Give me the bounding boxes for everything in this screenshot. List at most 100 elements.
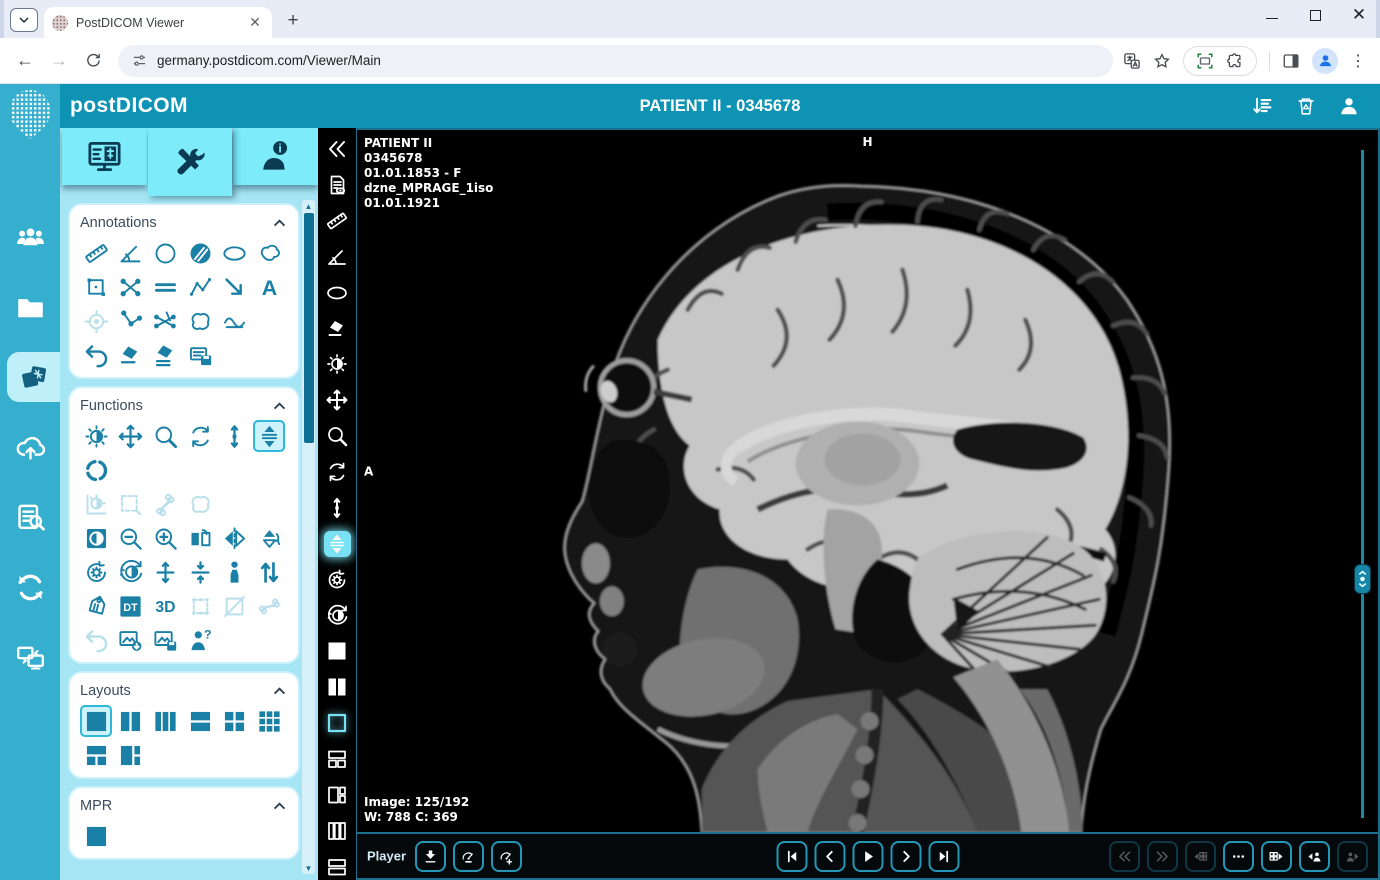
bookmark-star-icon[interactable] — [1153, 52, 1171, 70]
sort-series-icon[interactable] — [1250, 93, 1276, 119]
viewer-tab-icon[interactable] — [62, 128, 147, 185]
translate-icon[interactable] — [1123, 52, 1141, 70]
threed-icon[interactable]: 3D — [149, 590, 181, 622]
patient-standing-icon[interactable] — [219, 556, 251, 588]
ruler-icon[interactable] — [324, 208, 351, 234]
flip-vertical-icon[interactable] — [219, 522, 251, 554]
scrollbar-thumb[interactable] — [304, 213, 314, 443]
layout-1x3-o-icon[interactable] — [324, 818, 351, 844]
stack-scroll-icon[interactable] — [324, 531, 351, 557]
eraser-all-icon[interactable] — [149, 339, 181, 371]
collapse-chevron-icon[interactable] — [271, 798, 288, 815]
previous-patient-icon[interactable] — [1299, 841, 1330, 872]
tools-tab-icon[interactable] — [148, 128, 233, 196]
layout-1x2-icon[interactable] — [115, 705, 147, 737]
order-search-icon[interactable] — [0, 492, 60, 542]
minimize-icon[interactable] — [1266, 11, 1278, 19]
pan-icon[interactable] — [115, 420, 147, 452]
eraser-icon[interactable] — [324, 315, 351, 341]
trash-icon[interactable] — [1293, 93, 1319, 119]
layout-1x1-icon[interactable] — [80, 820, 112, 852]
magnify-icon[interactable] — [324, 423, 351, 449]
layouts-header[interactable]: Layouts — [80, 679, 288, 703]
window-level-icon[interactable] — [80, 420, 112, 452]
zoom-out-icon[interactable] — [115, 522, 147, 554]
layout-1x3-icon[interactable] — [149, 705, 181, 737]
layout-1left-2right-icon[interactable] — [115, 739, 147, 771]
url-bar[interactable]: germany.postdicom.com/Viewer/Main — [118, 45, 1113, 77]
image-scroll-slider[interactable] — [1361, 150, 1364, 818]
layout-3x3-icon[interactable] — [253, 705, 285, 737]
collapse-chevron-icon[interactable] — [271, 398, 288, 415]
speed-down-icon[interactable] — [453, 841, 484, 872]
export-video-icon[interactable] — [415, 841, 446, 872]
save-image-icon[interactable] — [149, 624, 181, 656]
next-series-icon[interactable] — [1261, 841, 1292, 872]
browser-menu-icon[interactable]: ⋮ — [1350, 51, 1366, 71]
annotations-header[interactable]: Annotations — [80, 211, 288, 235]
stack-scroll-icon[interactable] — [253, 420, 285, 452]
scroll-icon[interactable] — [324, 495, 351, 521]
image-viewport[interactable]: PATIENT II 0345678 01.01.1853 - F dzne_M… — [357, 130, 1378, 832]
user-icon[interactable] — [1336, 93, 1362, 119]
layout-rows-o-icon[interactable] — [324, 854, 351, 880]
cloud-upload-icon[interactable] — [0, 422, 60, 472]
profile-avatar[interactable] — [1312, 48, 1338, 74]
sync-icon[interactable] — [0, 562, 60, 612]
side-panel-icon[interactable] — [1282, 52, 1300, 70]
reload-button[interactable] — [78, 46, 108, 76]
slider-thumb[interactable] — [1354, 564, 1371, 594]
layout-2x2-icon[interactable] — [219, 705, 251, 737]
layout-1top-2bottom-o-icon[interactable] — [324, 746, 351, 772]
shaded-ellipse-icon[interactable] — [184, 237, 216, 269]
scroll-up-icon[interactable]: ▲ — [302, 200, 315, 212]
folders-icon[interactable] — [0, 282, 60, 332]
tab-search-button[interactable] — [10, 8, 38, 32]
patients-icon[interactable] — [0, 212, 60, 262]
rotate-icon[interactable] — [184, 420, 216, 452]
browser-tab[interactable]: PostDICOM Viewer ✕ — [44, 7, 272, 38]
more-options-icon[interactable] — [1223, 841, 1254, 872]
rotate-icon[interactable] — [324, 459, 351, 485]
site-settings-icon[interactable] — [132, 53, 147, 68]
dt-icon[interactable]: DT — [115, 590, 147, 622]
arrow-icon[interactable] — [219, 271, 251, 303]
functions-header[interactable]: Functions — [80, 394, 288, 418]
export-image-icon[interactable] — [115, 624, 147, 656]
cobb-angle-icon[interactable] — [149, 305, 181, 337]
layout-1x1-icon[interactable] — [80, 705, 112, 737]
reset-window-level-icon[interactable] — [324, 602, 351, 628]
closed-freehand-icon[interactable] — [184, 305, 216, 337]
mpr-header[interactable]: MPR — [80, 794, 288, 818]
screenshot-frame-icon[interactable] — [1196, 52, 1214, 70]
extensions-puzzle-icon[interactable] — [1226, 52, 1244, 70]
viewer-icon[interactable] — [7, 352, 60, 402]
rectangle-icon[interactable] — [80, 271, 112, 303]
freehand-area-icon[interactable] — [253, 237, 285, 269]
collapse-panel-icon[interactable] — [324, 136, 351, 162]
scroll-icon[interactable] — [219, 420, 251, 452]
layout-1left-2right-o-icon[interactable] — [324, 782, 351, 808]
scroll-down-icon[interactable]: ▼ — [302, 862, 315, 874]
angle-icon[interactable] — [324, 244, 351, 270]
tag-icon[interactable] — [80, 590, 112, 622]
ellipse-icon[interactable] — [324, 280, 351, 306]
previous-image-icon[interactable] — [814, 841, 845, 872]
report-icon[interactable] — [324, 172, 351, 198]
save-annotations-icon[interactable] — [184, 339, 216, 371]
first-image-icon[interactable] — [776, 841, 807, 872]
text-icon[interactable]: A — [253, 271, 285, 303]
collapse-chevron-icon[interactable] — [271, 215, 288, 232]
last-image-icon[interactable] — [928, 841, 959, 872]
zoom-in-icon[interactable] — [149, 522, 181, 554]
ellipse-icon[interactable] — [219, 237, 251, 269]
forward-button[interactable]: → — [44, 46, 74, 76]
ruler-icon[interactable] — [80, 237, 112, 269]
circle-icon[interactable] — [149, 237, 181, 269]
back-button[interactable]: ← — [10, 46, 40, 76]
rotate-mirror-icon[interactable] — [253, 522, 285, 554]
info-tab-icon[interactable]: i — [233, 128, 318, 185]
sort-images-icon[interactable] — [253, 556, 285, 588]
layout-1top-2bottom-icon[interactable] — [80, 739, 112, 771]
speed-up-icon[interactable] — [491, 841, 522, 872]
